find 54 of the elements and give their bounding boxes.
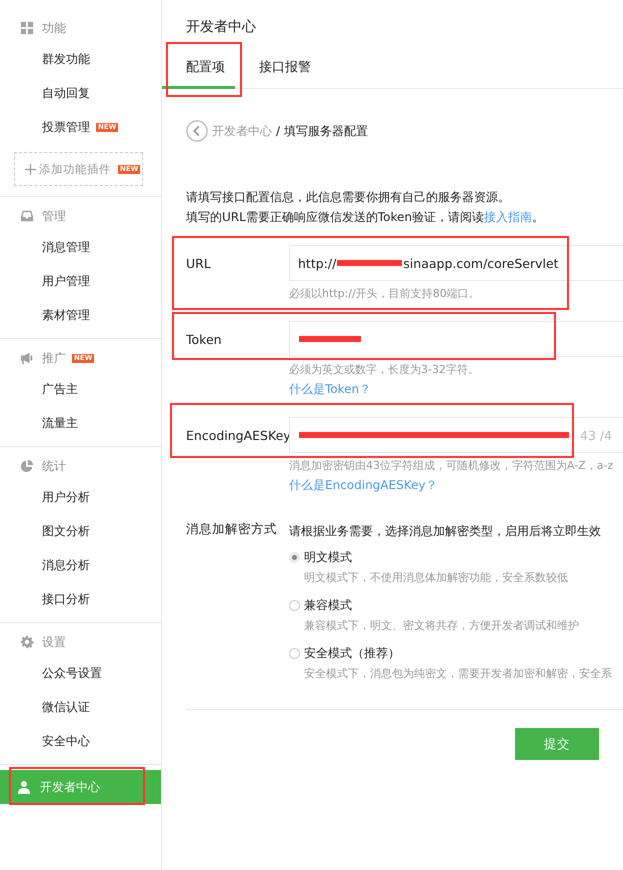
nav-item[interactable]: 公众号设置 xyxy=(0,656,161,690)
input-field[interactable] xyxy=(289,321,623,357)
person-icon xyxy=(18,780,30,794)
nav-item[interactable]: 流量主 xyxy=(0,406,161,440)
breadcrumb-current: 填写服务器配置 xyxy=(284,122,368,140)
nav-item[interactable]: 群发功能 xyxy=(0,42,161,76)
nav-item[interactable]: 消息分析 xyxy=(0,548,161,582)
nav-item[interactable]: 广告主 xyxy=(0,372,161,406)
field-label: URL xyxy=(186,256,212,270)
grid-icon xyxy=(20,21,34,35)
section-title: 管理 xyxy=(42,208,66,224)
option-hint: 兼容模式下，明文、密文将共存，方便开发者调试和维护 xyxy=(303,618,580,634)
nav-item[interactable]: 自动回复 xyxy=(0,76,161,110)
tab[interactable]: 配置项 xyxy=(162,58,235,89)
nav-item[interactable]: 用户分析 xyxy=(0,480,161,514)
radio-option[interactable]: 兼容模式 xyxy=(289,595,612,615)
field-label: Token xyxy=(186,332,223,346)
field-hint: 必须为英文或数字，长度为3-32字符。 xyxy=(289,362,480,378)
radio-option[interactable]: 明文模式 xyxy=(289,547,612,567)
radio-button[interactable] xyxy=(289,648,300,658)
option-hint: 安全模式下，消息包为纯密文，需要开发者加密和解密，安全系 xyxy=(303,666,612,682)
encryption-description: 请根据业务需要，选择消息加解密类型，启用后将立即生效 xyxy=(289,523,602,540)
field-hint: 必须以http://开头，目前支持80端口。 xyxy=(289,286,481,302)
page-title: 开发者中心 xyxy=(186,18,257,37)
radio-button[interactable] xyxy=(289,600,300,610)
intro-text: 填写的URL需要正确响应微信发送的Token验证，请阅读 xyxy=(186,210,484,224)
section-title: 设置 xyxy=(42,634,66,650)
intro-text: 请填写接口配置信息，此信息需要你拥有自己的服务器资源。 xyxy=(186,190,510,204)
intro-text: 。 xyxy=(532,210,544,224)
breadcrumb-separator: / xyxy=(276,124,280,138)
field-hint: 消息加密密钥由43位字符组成，可随机修改，字符范围为A-Z，a-z xyxy=(289,458,614,474)
nav-item[interactable]: 安全中心 xyxy=(0,724,161,758)
radio-button[interactable] xyxy=(289,552,300,562)
pie-chart-icon xyxy=(20,459,34,473)
section-title: 统计 xyxy=(42,458,66,474)
radio-option[interactable]: 安全模式（推荐） xyxy=(289,643,612,663)
nav-item[interactable]: 用户管理 xyxy=(0,264,161,298)
nav-item[interactable]: 图文分析 xyxy=(0,514,161,548)
nav-item[interactable]: 微信认证 xyxy=(0,690,161,724)
tab[interactable]: 接口报警 xyxy=(259,58,311,88)
nav-item[interactable]: 接口分析 xyxy=(0,582,161,616)
section-title: 推广 xyxy=(42,350,66,366)
nav-item[interactable]: 素材管理 xyxy=(0,298,161,332)
inbox-icon xyxy=(20,209,34,223)
megaphone-icon xyxy=(20,351,34,365)
back-icon[interactable] xyxy=(186,120,208,142)
option-hint: 明文模式下，不使用消息体加解密功能，安全系数较低 xyxy=(303,570,569,586)
field-label: EncodingAESKey xyxy=(186,428,289,442)
input-field[interactable]: http:// sinaapp.com/coreServlet xyxy=(289,245,623,281)
section-title: 功能 xyxy=(42,20,66,36)
gear-icon xyxy=(20,635,34,649)
field-label: 消息加解密方式 xyxy=(186,521,278,538)
nav-item[interactable]: 消息管理 xyxy=(0,230,161,264)
plus-icon xyxy=(25,164,36,174)
